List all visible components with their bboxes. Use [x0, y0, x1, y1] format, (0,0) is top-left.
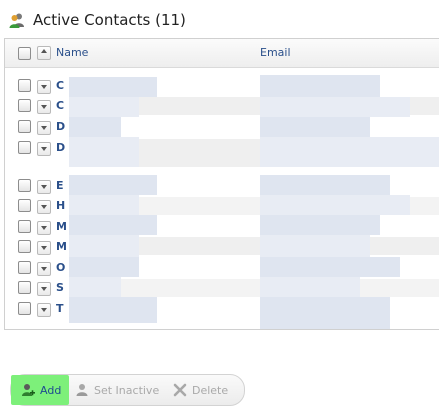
row-checkbox[interactable]	[18, 261, 31, 274]
select-all-checkbox[interactable]	[18, 47, 31, 60]
contact-name[interactable]: S	[56, 281, 64, 294]
page-title: Active Contacts (11)	[33, 11, 186, 29]
row-checkbox[interactable]	[18, 120, 31, 133]
contacts-icon	[9, 12, 25, 28]
add-user-icon	[21, 383, 35, 397]
add-button-label: Add	[40, 383, 62, 397]
row-checkbox[interactable]	[18, 220, 31, 233]
contact-name[interactable]: M	[56, 220, 67, 233]
user-icon	[75, 383, 89, 397]
contact-name[interactable]: M	[56, 240, 67, 253]
row-menu-button[interactable]	[37, 142, 51, 156]
row-menu-button[interactable]	[37, 282, 51, 296]
row-checkbox[interactable]	[18, 141, 31, 154]
contact-name[interactable]: T	[56, 302, 64, 315]
row-menu-button[interactable]	[37, 241, 51, 255]
row-menu-button[interactable]	[37, 121, 51, 135]
contacts-grid: Name Email C C D D E H M M O S T	[4, 38, 439, 330]
row-checkbox[interactable]	[18, 99, 31, 112]
delete-x-icon	[173, 383, 187, 397]
row-checkbox[interactable]	[18, 179, 31, 192]
contact-name[interactable]: C	[56, 99, 64, 112]
row-menu-button[interactable]	[37, 100, 51, 114]
delete-button[interactable]: Delete	[173, 375, 228, 405]
column-header-name[interactable]: Name	[56, 46, 88, 59]
grid-header: Name Email	[5, 39, 439, 68]
action-toolbar: Add Set Inactive Delete	[10, 374, 245, 406]
row-menu-button[interactable]	[37, 80, 51, 94]
row-checkbox[interactable]	[18, 199, 31, 212]
row-menu-button[interactable]	[37, 221, 51, 235]
contact-name[interactable]: D	[56, 141, 65, 154]
contact-name[interactable]: O	[56, 261, 65, 274]
row-checkbox[interactable]	[18, 281, 31, 294]
column-header-email[interactable]: Email	[260, 46, 291, 59]
contact-name[interactable]: H	[56, 199, 65, 212]
page-header: Active Contacts (11)	[9, 8, 186, 32]
sort-menu-button[interactable]	[37, 46, 51, 60]
add-button[interactable]: Add	[11, 375, 69, 405]
row-checkbox[interactable]	[18, 240, 31, 253]
contact-name[interactable]: C	[56, 79, 64, 92]
set-inactive-button[interactable]: Set Inactive	[75, 375, 159, 405]
row-checkbox[interactable]	[18, 79, 31, 92]
contact-name[interactable]: E	[56, 179, 64, 192]
row-menu-button[interactable]	[37, 180, 51, 194]
contact-name[interactable]: D	[56, 120, 65, 133]
set-inactive-label: Set Inactive	[94, 383, 160, 397]
delete-label: Delete	[192, 383, 229, 397]
row-menu-button[interactable]	[37, 303, 51, 317]
row-checkbox[interactable]	[18, 302, 31, 315]
row-menu-button[interactable]	[37, 262, 51, 276]
row-menu-button[interactable]	[37, 200, 51, 214]
